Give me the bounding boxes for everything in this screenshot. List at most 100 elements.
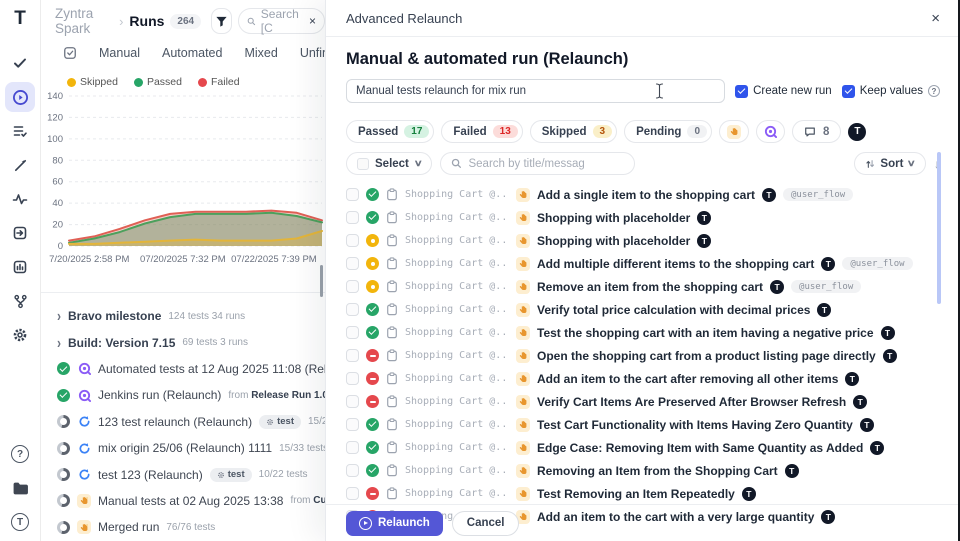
- checkbox-checked-icon[interactable]: [842, 85, 855, 98]
- test-row[interactable]: Shopping Cart @... Edge Case: Removing I…: [346, 436, 940, 459]
- checkbox-empty-icon[interactable]: [357, 158, 369, 170]
- run-list-item[interactable]: Merged run 76/76 tests: [41, 514, 325, 540]
- run-from: from Release Run 1.0: [228, 390, 325, 401]
- funnel-icon: [215, 15, 228, 28]
- tab-mixed[interactable]: Mixed: [244, 46, 277, 60]
- run-name-value: Manual tests relaunch for mix run: [356, 85, 526, 97]
- sidebar-item-test-plans[interactable]: [5, 116, 35, 146]
- close-icon[interactable]: ×: [931, 11, 940, 26]
- row-checkbox[interactable]: [346, 395, 359, 408]
- test-row[interactable]: Shopping Cart @... Open the shopping car…: [346, 344, 940, 367]
- test-row[interactable]: Shopping Cart @... Add a single item to …: [346, 183, 940, 206]
- run-list-item[interactable]: › Bravo milestone 124 tests 34 runs: [41, 303, 325, 329]
- pending-count-badge: 0: [687, 125, 707, 138]
- manual-test-icon: [516, 372, 530, 386]
- test-row[interactable]: Shopping Cart @... Remove an item from t…: [346, 275, 940, 298]
- test-row[interactable]: Shopping Cart @... Removing an Item from…: [346, 459, 940, 482]
- filter-chip-automated[interactable]: [756, 120, 785, 143]
- filter-button[interactable]: [211, 8, 232, 34]
- chevron-right-icon[interactable]: ›: [57, 307, 61, 325]
- run-list-item[interactable]: Manual tests at 02 Aug 2025 13:38 from C…: [41, 488, 325, 514]
- tab-manual[interactable]: Manual: [99, 46, 140, 60]
- cancel-button[interactable]: Cancel: [452, 511, 520, 536]
- row-checkbox[interactable]: [346, 188, 359, 201]
- row-checkbox[interactable]: [346, 418, 359, 431]
- sidebar-item-wand[interactable]: [5, 150, 35, 180]
- sidebar-item-analytics[interactable]: [5, 184, 35, 214]
- page-scrollbar[interactable]: [320, 265, 323, 297]
- tab-automated[interactable]: Automated: [162, 46, 222, 60]
- sidebar-item-reports[interactable]: [5, 252, 35, 282]
- row-checkbox[interactable]: [346, 326, 359, 339]
- modal-scrollbar[interactable]: [937, 152, 941, 304]
- svg-text:40: 40: [52, 198, 63, 209]
- test-row[interactable]: Shopping Cart @... Verify total price ca…: [346, 298, 940, 321]
- row-checkbox[interactable]: [346, 349, 359, 362]
- run-list-item[interactable]: Jenkins run (Relaunch) from Release Run …: [41, 382, 325, 408]
- checkbox-checked-icon[interactable]: [735, 85, 748, 98]
- row-checkbox[interactable]: [346, 487, 359, 500]
- test-row[interactable]: Shopping Cart @... Verify Cart Items Are…: [346, 390, 940, 413]
- chevron-down-icon: ∨: [907, 158, 916, 169]
- test-row[interactable]: Shopping Cart @... Test the shopping car…: [346, 321, 940, 344]
- sidebar-item-runs[interactable]: [5, 82, 35, 112]
- row-checkbox[interactable]: [346, 211, 359, 224]
- filter-chip-comments[interactable]: 8: [792, 120, 841, 143]
- sidebar-item-tasks[interactable]: [5, 48, 35, 78]
- filter-chip-manual[interactable]: [719, 120, 749, 143]
- relaunch-button[interactable]: Relaunch: [346, 511, 443, 536]
- assignee-avatar: T: [845, 372, 859, 386]
- run-list-item[interactable]: 123 test relaunch (Relaunch) test 15/23 …: [41, 409, 325, 435]
- row-checkbox[interactable]: [346, 464, 359, 477]
- tab-unfinished[interactable]: Unfinished: [300, 46, 325, 60]
- runs-count-badge: 264: [170, 14, 201, 29]
- sort-arrows-icon: [865, 159, 875, 169]
- filter-chip-skipped[interactable]: Skipped 3: [530, 120, 617, 143]
- row-checkbox[interactable]: [346, 234, 359, 247]
- filter-chip-passed[interactable]: Passed 17: [346, 120, 434, 143]
- row-checkbox[interactable]: [346, 303, 359, 316]
- manual-test-icon: [516, 188, 530, 202]
- create-new-run-option[interactable]: Create new run: [735, 85, 832, 98]
- sidebar-item-settings[interactable]: [5, 320, 35, 350]
- test-row[interactable]: Shopping Cart @... Test Removing an Item…: [346, 482, 940, 505]
- test-row[interactable]: Shopping Cart @... Shopping with placeho…: [346, 229, 940, 252]
- filter-chip-pending[interactable]: Pending 0: [624, 120, 712, 143]
- sidebar-item-profile[interactable]: T: [5, 507, 35, 537]
- run-list-item[interactable]: Automated tests at 12 Aug 2025 11:08 (Re…: [41, 356, 325, 382]
- sidebar-item-branches[interactable]: [5, 286, 35, 316]
- owner-avatar[interactable]: T: [848, 123, 866, 141]
- row-checkbox[interactable]: [346, 280, 359, 293]
- help-icon[interactable]: ?: [928, 85, 940, 97]
- chevron-right-icon[interactable]: ›: [57, 333, 61, 351]
- test-title: Shopping with placeholder: [537, 211, 690, 225]
- test-row[interactable]: Shopping Cart @... Shopping with placeho…: [346, 206, 940, 229]
- run-list-item[interactable]: mix origin 25/06 (Relaunch) 1111 15/33 t…: [41, 435, 325, 461]
- run-name-input[interactable]: Manual tests relaunch for mix run: [346, 79, 725, 103]
- sidebar-item-import-run[interactable]: [5, 218, 35, 248]
- test-row[interactable]: Shopping Cart @... Add an item to the ca…: [346, 367, 940, 390]
- run-list-item[interactable]: test 123 (Relaunch) test 10/22 tests: [41, 461, 325, 487]
- assignee-avatar: T: [883, 349, 897, 363]
- sidebar-item-projects[interactable]: [5, 473, 35, 503]
- row-checkbox[interactable]: [346, 372, 359, 385]
- sidebar-item-help[interactable]: ?: [5, 439, 35, 469]
- runs-search-input[interactable]: Search [C ×: [238, 8, 325, 34]
- check-icon: [12, 55, 28, 71]
- svg-text:60: 60: [52, 177, 63, 188]
- test-row[interactable]: Shopping Cart @... Add multiple differen…: [346, 252, 940, 275]
- select-dropdown[interactable]: Select ∨: [346, 152, 432, 175]
- app-logo[interactable]: T: [14, 8, 26, 30]
- select-all-icon[interactable]: [63, 46, 77, 60]
- test-row[interactable]: Shopping Cart @... Test Cart Functionali…: [346, 413, 940, 436]
- breadcrumb-project[interactable]: Zyntra Spark: [55, 6, 113, 36]
- breadcrumb-page: Runs: [129, 13, 164, 29]
- clear-search-icon[interactable]: ×: [309, 14, 316, 28]
- sort-button[interactable]: Sort ∨: [854, 152, 926, 175]
- run-list-item[interactable]: › Build: Version 7.15 69 tests 3 runs: [41, 329, 325, 355]
- row-checkbox[interactable]: [346, 441, 359, 454]
- filter-chip-failed[interactable]: Failed 13: [441, 120, 522, 143]
- row-checkbox[interactable]: [346, 257, 359, 270]
- keep-values-option[interactable]: Keep values ?: [842, 85, 940, 98]
- tests-search-input[interactable]: Search by title/messag: [440, 152, 635, 175]
